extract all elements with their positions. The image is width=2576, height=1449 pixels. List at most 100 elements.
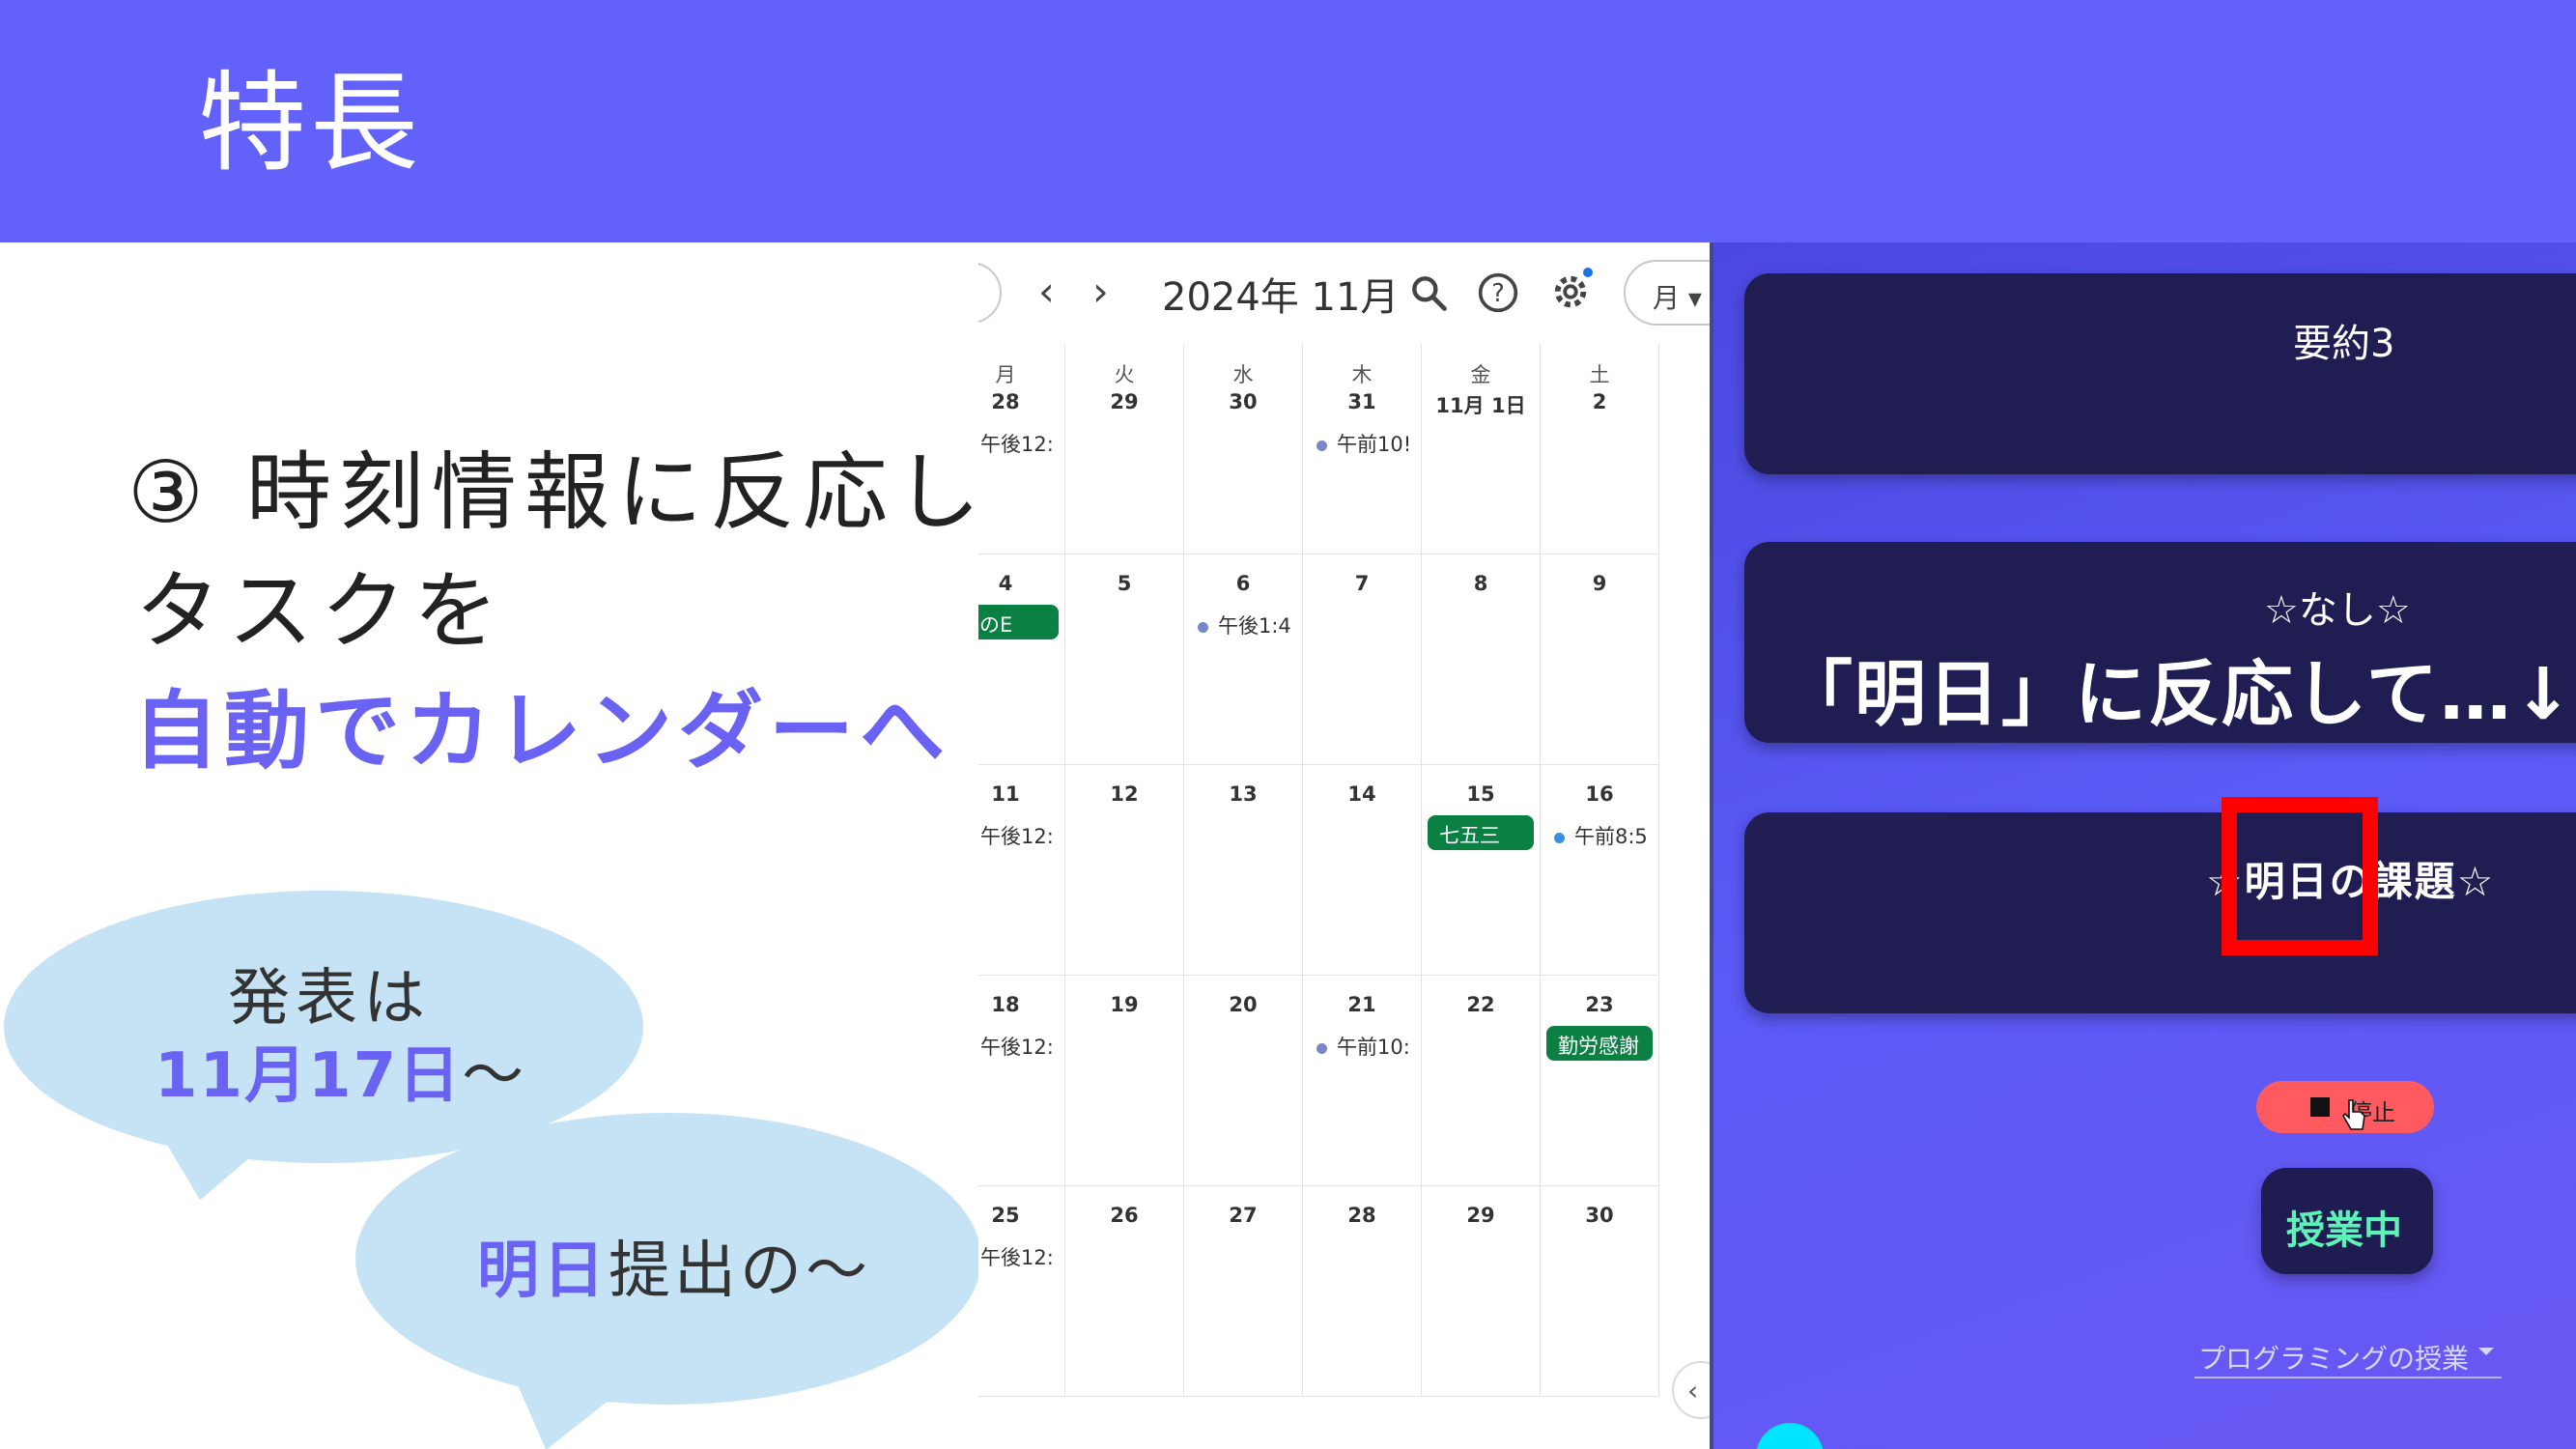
course-select-value: プログラミングの授業 bbox=[2198, 1343, 2470, 1375]
feature-line-2: タスクを bbox=[135, 561, 507, 661]
holiday-event-chip[interactable]: 勤労感謝 bbox=[1546, 1026, 1653, 1061]
day-number[interactable]: 2 bbox=[1541, 390, 1658, 413]
weekday-label: 木 bbox=[1351, 363, 1373, 386]
bubble-1-date: 11月17日 bbox=[155, 1040, 463, 1112]
weekday-label: 火 bbox=[1114, 363, 1135, 386]
calendar-day-cell[interactable]: 土2 bbox=[1541, 344, 1659, 554]
month-grid: 月28午後12:火29水30木31午前10!金11月 1日土24文化のE56午後… bbox=[978, 344, 1711, 1449]
day-number[interactable]: 28 bbox=[978, 390, 1064, 413]
calendar-day-cell[interactable]: 29 bbox=[1422, 1186, 1541, 1397]
day-number[interactable]: 25 bbox=[978, 1204, 1064, 1227]
course-select-dropdown[interactable]: プログラミングの授業 bbox=[2194, 1334, 2502, 1378]
notification-dot-icon bbox=[1583, 268, 1593, 277]
calendar-day-cell[interactable]: 13 bbox=[1184, 765, 1303, 976]
stop-square-icon bbox=[2310, 1097, 2330, 1117]
event-time: 午後1:4 bbox=[1218, 614, 1291, 638]
event-time: 午後12: bbox=[980, 1246, 1054, 1269]
holiday-event-chip[interactable]: 文化のE bbox=[978, 605, 1059, 639]
task-card[interactable] bbox=[1744, 812, 2576, 1013]
calendar-day-cell[interactable]: 23 勤労感謝 bbox=[1541, 976, 1659, 1186]
app-corner-icon[interactable] bbox=[1756, 1423, 1824, 1449]
day-number[interactable]: 4 bbox=[978, 572, 1064, 595]
calendar-event[interactable]: 午前10! bbox=[1316, 429, 1418, 458]
calendar-day-cell[interactable]: 26 bbox=[1065, 1186, 1184, 1397]
event-time: 午後12: bbox=[980, 433, 1054, 456]
day-number[interactable]: 11 bbox=[978, 782, 1064, 806]
calendar-day-cell[interactable]: 9 bbox=[1541, 554, 1659, 765]
calendar-day-cell[interactable]: 19 bbox=[1065, 976, 1184, 1186]
weekday-label: 月 bbox=[995, 363, 1016, 386]
calendar-day-cell[interactable]: 水 30 bbox=[1184, 344, 1303, 554]
calendar-day-cell[interactable]: 4 文化のE bbox=[978, 554, 1065, 765]
calendar-day-cell[interactable]: 28 bbox=[1303, 1186, 1422, 1397]
today-button-edge[interactable] bbox=[978, 262, 1002, 324]
day-number[interactable]: 18 bbox=[978, 993, 1064, 1016]
calendar-event[interactable]: 午後12: bbox=[978, 1242, 1062, 1271]
calendar-event[interactable]: 午後1:4 bbox=[1198, 611, 1299, 639]
calendar-day-cell[interactable]: 30 bbox=[1541, 1186, 1659, 1397]
day-number[interactable]: 5 bbox=[1065, 572, 1183, 595]
day-number[interactable]: 16 bbox=[1541, 782, 1658, 806]
calendar-day-cell[interactable]: 25 午後12: bbox=[978, 1186, 1065, 1397]
calendar-day-cell[interactable]: 20 bbox=[1184, 976, 1303, 1186]
calendar-day-cell[interactable]: 月 28 午後12: bbox=[978, 344, 1065, 554]
day-number[interactable]: 29 bbox=[1065, 390, 1183, 413]
calendar-event[interactable]: 午後12: bbox=[978, 821, 1062, 850]
calendar-day-cell[interactable]: 火 29 bbox=[1065, 344, 1184, 554]
day-number[interactable]: 21 bbox=[1303, 993, 1421, 1016]
day-number[interactable]: 30 bbox=[1184, 390, 1302, 413]
day-number[interactable]: 6 bbox=[1184, 572, 1302, 595]
calendar-day-cell[interactable]: 27 bbox=[1184, 1186, 1303, 1397]
calendar-event[interactable]: 午後12: bbox=[978, 1032, 1062, 1061]
day-number[interactable]: 20 bbox=[1184, 993, 1302, 1016]
prev-month-button[interactable]: ‹ bbox=[1038, 268, 1055, 315]
help-icon[interactable]: ? bbox=[1477, 271, 1519, 314]
holiday-event-chip[interactable]: 七五三 bbox=[1428, 815, 1534, 850]
bubble-1-text-date: 11月17日〜 bbox=[155, 1026, 525, 1115]
day-number[interactable]: 29 bbox=[1422, 1204, 1540, 1227]
calendar-day-cell[interactable]: 16 午前8:5 bbox=[1541, 765, 1659, 976]
day-number[interactable]: 26 bbox=[1065, 1204, 1183, 1227]
day-number[interactable]: 15 bbox=[1422, 782, 1540, 806]
calendar-day-cell[interactable]: 14 bbox=[1303, 765, 1422, 976]
calendar-day-cell[interactable]: 8 bbox=[1422, 554, 1541, 765]
google-calendar-panel: ‹ › 2024年 11月 ? 月 ▾ 月 28 午後12: 火 29 水 30 木 31 午前1… bbox=[978, 242, 1711, 1449]
calendar-day-cell[interactable]: 21 午前10: bbox=[1303, 976, 1422, 1186]
calendar-day-cell[interactable]: 6 午後1:4 bbox=[1184, 554, 1303, 765]
summary-card[interactable] bbox=[1744, 273, 2576, 474]
calendar-day-cell[interactable]: 5 bbox=[1065, 554, 1184, 765]
view-switcher-dropdown[interactable]: 月 ▾ bbox=[1624, 260, 1711, 326]
day-number[interactable]: 27 bbox=[1184, 1204, 1302, 1227]
calendar-event[interactable]: 午前8:5 bbox=[1554, 821, 1656, 850]
hand-cursor-icon bbox=[2342, 1099, 2365, 1130]
day-number[interactable]: 9 bbox=[1541, 572, 1658, 595]
calendar-day-cell[interactable]: 金 11月 1日 bbox=[1422, 344, 1541, 554]
in-class-status-button[interactable]: 授業中 bbox=[2261, 1168, 2433, 1274]
calendar-event[interactable]: 午前10: bbox=[1316, 1032, 1418, 1061]
day-number[interactable]: 28 bbox=[1303, 1204, 1421, 1227]
day-number[interactable]: 19 bbox=[1065, 993, 1183, 1016]
red-highlight-box bbox=[2222, 797, 2378, 955]
day-number[interactable]: 30 bbox=[1541, 1204, 1658, 1227]
calendar-toolbar: ‹ › 2024年 11月 ? 月 ▾ bbox=[978, 242, 1711, 344]
search-icon[interactable] bbox=[1407, 271, 1450, 314]
calendar-day-cell[interactable]: 11 午後12: bbox=[978, 765, 1065, 976]
day-number[interactable]: 8 bbox=[1422, 572, 1540, 595]
calendar-day-cell[interactable]: 12 bbox=[1065, 765, 1184, 976]
calendar-day-cell[interactable]: 15 七五三 bbox=[1422, 765, 1541, 976]
next-month-button[interactable]: › bbox=[1092, 268, 1109, 315]
day-number[interactable]: 13 bbox=[1184, 782, 1302, 806]
day-number[interactable]: 12 bbox=[1065, 782, 1183, 806]
calendar-day-cell[interactable]: 7 bbox=[1303, 554, 1422, 765]
calendar-day-cell[interactable]: 18 午後12: bbox=[978, 976, 1065, 1186]
event-time: 午前8:5 bbox=[1574, 825, 1648, 848]
day-number[interactable]: 23 bbox=[1541, 993, 1658, 1016]
day-number[interactable]: 31 bbox=[1303, 390, 1421, 413]
calendar-day-cell[interactable]: 木 31 午前10! bbox=[1303, 344, 1422, 554]
calendar-day-cell[interactable]: 22 bbox=[1422, 976, 1541, 1186]
day-number[interactable]: 7 bbox=[1303, 572, 1421, 595]
day-number[interactable]: 22 bbox=[1422, 993, 1540, 1016]
day-number[interactable]: 11月 1日 bbox=[1422, 390, 1540, 419]
day-number[interactable]: 14 bbox=[1303, 782, 1421, 806]
calendar-event[interactable]: 午後12: bbox=[978, 429, 1062, 458]
